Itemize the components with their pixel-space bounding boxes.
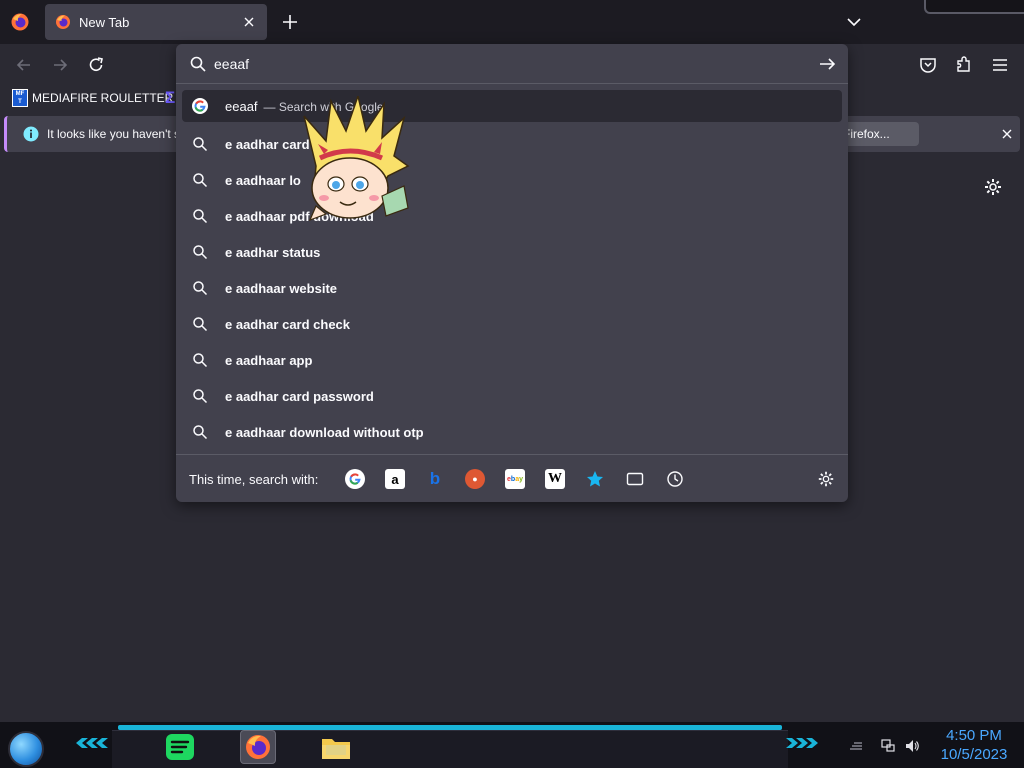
- gear-icon[interactable]: [983, 177, 1003, 197]
- clock-date: 10/5/2023: [940, 746, 1008, 763]
- pocket-icon[interactable]: [918, 55, 938, 75]
- bookmarks-star-icon[interactable]: [585, 469, 605, 489]
- taskbar-dock: [112, 730, 788, 768]
- ebay-icon[interactable]: ebay: [505, 469, 525, 489]
- show-hidden-icons-icon[interactable]: [848, 738, 864, 754]
- reload-icon[interactable]: [86, 55, 106, 75]
- cartoon-character-sticker: [303, 96, 410, 222]
- wikipedia-icon[interactable]: W: [545, 469, 565, 489]
- search-icon: [193, 389, 208, 404]
- start-orb-icon[interactable]: [8, 731, 44, 767]
- taskbar-clock[interactable]: 4:50 PM 10/5/2023: [934, 726, 1014, 764]
- firefox-menu-icon[interactable]: [10, 12, 30, 32]
- search-icon: [193, 425, 208, 440]
- chevron-down-icon[interactable]: [844, 12, 864, 32]
- bing-icon[interactable]: b: [425, 469, 445, 489]
- new-tab-plus-icon[interactable]: [280, 12, 300, 32]
- amazon-icon[interactable]: a: [385, 469, 405, 489]
- bookmark-label: MEDIAFIRE ROULETTER: [32, 91, 174, 105]
- suggestion-item[interactable]: e aadhaar lo: [182, 162, 842, 198]
- mediafire-icon: MF T: [12, 89, 28, 107]
- bookmark-mediafire-rouletter[interactable]: MF T MEDIAFIRE ROULETTER: [12, 89, 173, 107]
- suggestion-item[interactable]: e aadhar card check: [182, 306, 842, 342]
- spotify-app-icon[interactable]: [162, 730, 198, 764]
- notification-button-label: h Firefox...: [843, 127, 890, 141]
- urlbar-input-row[interactable]: eeaaf: [176, 44, 848, 84]
- search-icon: [193, 173, 208, 188]
- tab-strip: New Tab: [0, 0, 1024, 44]
- urlbar-input[interactable]: eeaaf: [214, 56, 249, 72]
- suggestion-item[interactable]: e aadhaar pdf download: [182, 198, 842, 234]
- search-settings-gear-icon[interactable]: [817, 470, 835, 488]
- tab-new-tab[interactable]: New Tab: [45, 4, 267, 40]
- hamburger-menu-icon[interactable]: [990, 55, 1010, 75]
- suggestion-list: eeaaf — Search with Google e aadhar card …: [176, 90, 848, 450]
- suggestion-item[interactable]: e aadhar status: [182, 234, 842, 270]
- history-icon[interactable]: [665, 469, 685, 489]
- suggestion-text: eeaaf: [225, 98, 258, 114]
- suggestion-text: e aadhar status: [225, 244, 321, 260]
- suggestion-text: e aadhaar app: [225, 352, 313, 368]
- suggestion-text: e aadhaar website: [225, 280, 337, 296]
- suggestion-text: e aadhar card check: [225, 316, 351, 332]
- close-tab-icon[interactable]: [241, 14, 257, 30]
- suggestion-item[interactable]: e aadhar card password: [182, 378, 842, 414]
- go-arrow-icon[interactable]: [818, 55, 836, 73]
- forward-arrow-icon[interactable]: [50, 55, 70, 75]
- search-icon: [190, 56, 206, 72]
- back-arrow-icon[interactable]: [14, 55, 34, 75]
- file-explorer-icon[interactable]: [318, 730, 354, 764]
- network-icon[interactable]: [880, 738, 896, 754]
- suggestion-text: e aadhaar download without otp: [225, 424, 424, 440]
- extensions-puzzle-icon[interactable]: [954, 55, 974, 75]
- urlbar-popup: eeaaf eeaaf — Search with Google e aadhar…: [176, 44, 848, 502]
- search-icon: [193, 353, 208, 368]
- google-icon[interactable]: [345, 469, 365, 489]
- suggestion-search-with-google[interactable]: eeaaf — Search with Google: [182, 90, 842, 122]
- tab-title: New Tab: [79, 14, 130, 30]
- suggestion-text: e aadhaar lo: [225, 172, 301, 188]
- clock-time: 4:50 PM: [946, 727, 1002, 744]
- firefox-icon: [56, 15, 70, 29]
- suggestion-item[interactable]: e aadhaar download without otp: [182, 414, 842, 450]
- sigma-bookmark-icon[interactable]: Σ: [165, 88, 175, 108]
- taskbar-decoration-right: [786, 738, 818, 748]
- duckduckgo-icon[interactable]: ●: [465, 469, 485, 489]
- suggestion-item[interactable]: e aadhaar app: [182, 342, 842, 378]
- taskbar: 4:50 PM 10/5/2023: [0, 722, 1024, 768]
- search-icon: [193, 245, 208, 260]
- suggestion-text: e aadhar card password: [225, 388, 374, 404]
- search-icon: [193, 317, 208, 332]
- close-icon[interactable]: [999, 126, 1015, 142]
- search-icon: [193, 137, 208, 152]
- firefox-app-icon[interactable]: [240, 730, 276, 764]
- google-icon: [192, 98, 208, 114]
- notification-action-button[interactable]: h Firefox...: [843, 122, 919, 146]
- info-icon: [23, 126, 39, 142]
- tabs-icon[interactable]: [625, 469, 645, 489]
- window-frame-decoration: [924, 0, 1024, 14]
- volume-icon[interactable]: [904, 738, 920, 754]
- search-icon: [193, 209, 208, 224]
- search-icon: [193, 281, 208, 296]
- taskbar-decoration-left: [76, 738, 108, 748]
- suggestion-item[interactable]: e aadhaar website: [182, 270, 842, 306]
- notification-text: It looks like you haven't s: [47, 127, 181, 141]
- suggestion-item[interactable]: e aadhar card: [182, 126, 842, 162]
- one-off-label: This time, search with:: [189, 472, 319, 487]
- one-off-search-bar: This time, search with: a b ● ebay W: [176, 454, 848, 502]
